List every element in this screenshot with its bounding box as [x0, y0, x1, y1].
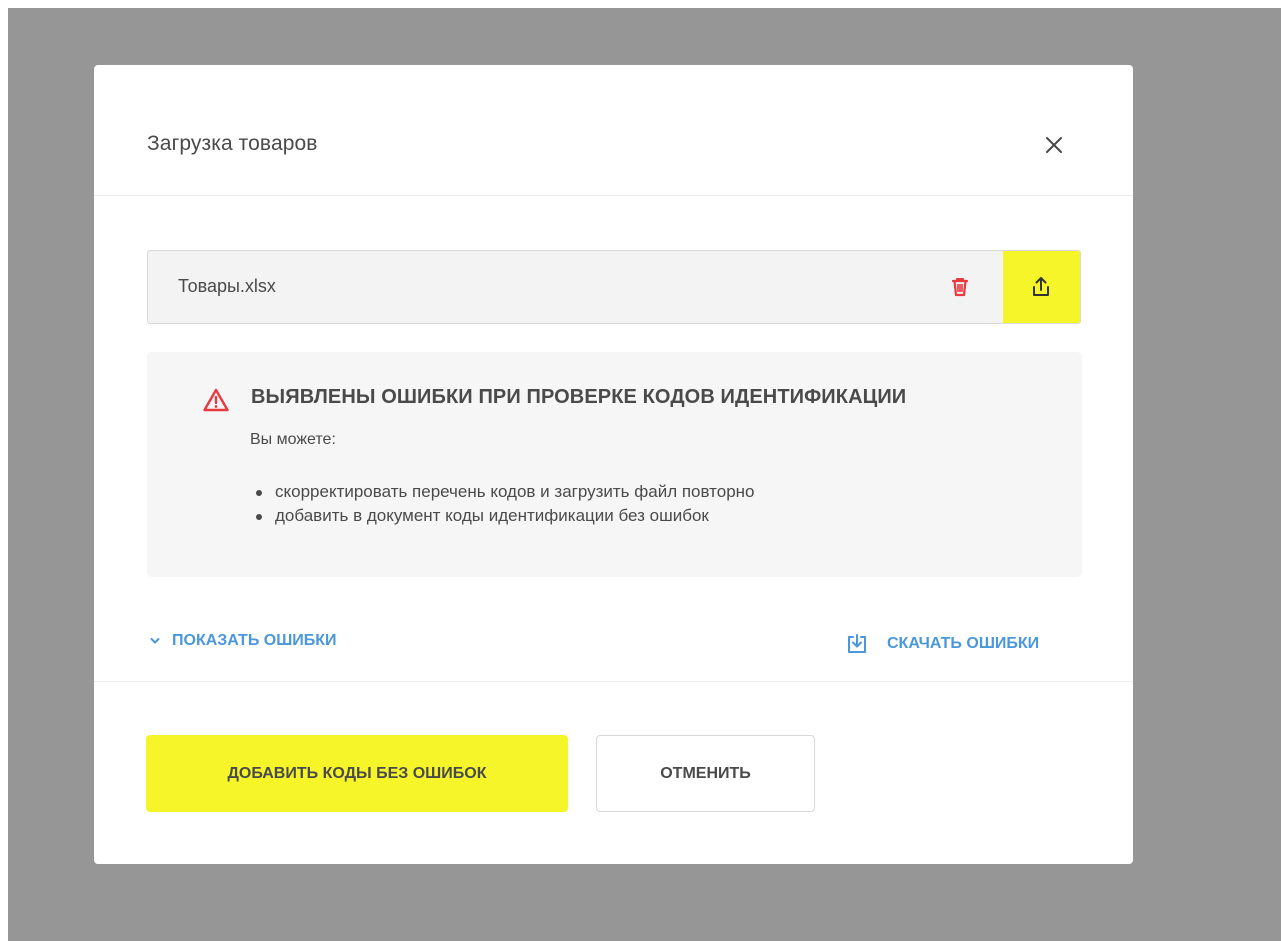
file-field: Товары.xlsx: [147, 250, 1081, 324]
upload-goods-dialog: Загрузка товаров Товары.xlsx ВЫЯВЛЕНЫ ОШ…: [94, 65, 1133, 864]
dialog-title: Загрузка товаров: [147, 132, 318, 155]
show-errors-link[interactable]: ПОКАЗАТЬ ОШИБКИ: [150, 632, 337, 650]
warning-icon: [203, 388, 229, 412]
download-errors-label: СКАЧАТЬ ОШИБКИ: [887, 635, 1040, 652]
add-valid-codes-button[interactable]: ДОБАВИТЬ КОДЫ БЕЗ ОШИБОК: [146, 735, 568, 812]
dialog-header: Загрузка товаров: [94, 65, 1133, 196]
list-item: добавить в документ коды идентификации б…: [251, 504, 755, 528]
file-name: Товары.xlsx: [178, 276, 276, 296]
list-item: скорректировать перечень кодов и загрузи…: [251, 480, 755, 504]
upload-icon: [1033, 277, 1049, 296]
trash-icon[interactable]: [945, 272, 975, 302]
error-summary: ВЫЯВЛЕНЫ ОШИБКИ ПРИ ПРОВЕРКЕ КОДОВ ИДЕНТ…: [147, 352, 1082, 577]
error-options-list: скорректировать перечень кодов и загрузи…: [251, 480, 755, 528]
show-errors-label: ПОКАЗАТЬ ОШИБКИ: [172, 632, 337, 649]
cancel-button[interactable]: ОТМЕНИТЬ: [596, 735, 815, 812]
download-icon: [848, 634, 866, 653]
close-icon[interactable]: [1038, 129, 1070, 161]
upload-button[interactable]: [1003, 251, 1080, 323]
error-subtitle: Вы можете:: [250, 431, 336, 448]
chevron-down-icon: [150, 638, 160, 644]
footer-divider: [94, 681, 1133, 682]
error-title: ВЫЯВЛЕНЫ ОШИБКИ ПРИ ПРОВЕРКЕ КОДОВ ИДЕНТ…: [251, 386, 907, 408]
download-errors-link[interactable]: СКАЧАТЬ ОШИБКИ: [845, 632, 1039, 656]
